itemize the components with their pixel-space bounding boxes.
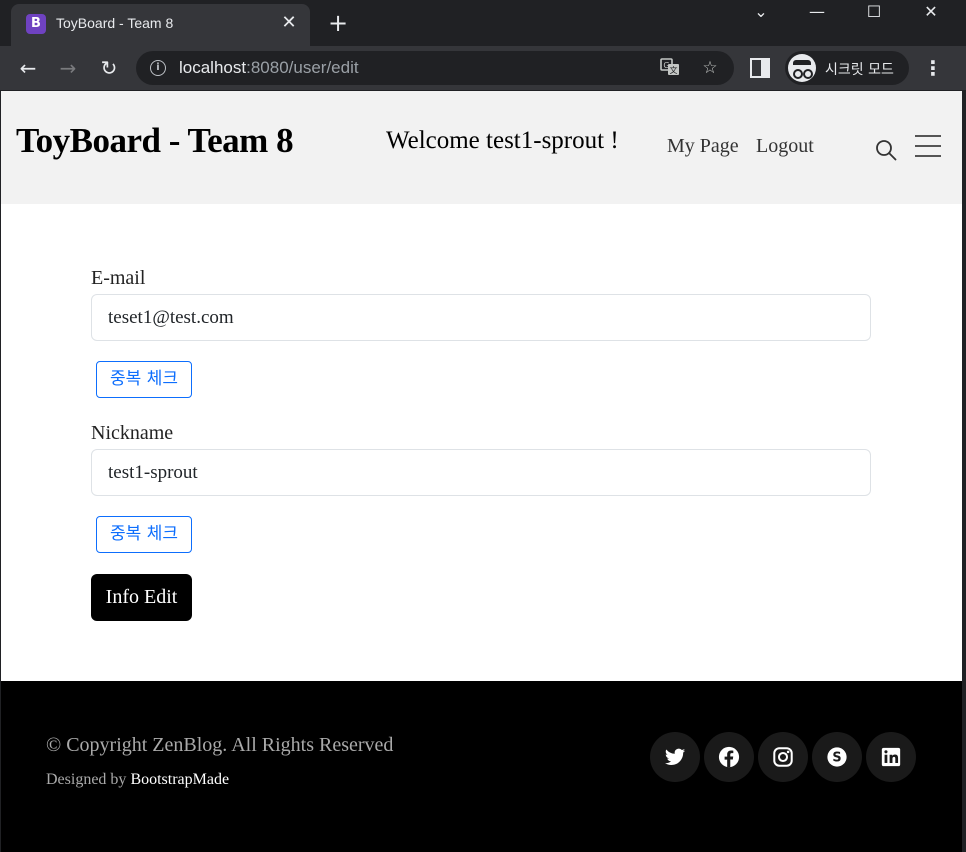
instagram-icon[interactable] [758,732,808,782]
site-footer: © Copyright ZenBlog. All Rights Reserved… [1,681,962,852]
info-edit-button[interactable]: Info Edit [91,574,192,621]
nav-my-page[interactable]: My Page [667,135,739,158]
web-page: ToyBoard - Team 8 Welcome test1-sprout !… [1,91,962,852]
browser-toolbar: ← → ↻ i localhost:8080/user/edit 文G ☆ 시크… [0,46,966,90]
address-bar[interactable]: i localhost:8080/user/edit 文G ☆ [136,51,734,85]
minimize-button[interactable]: — [790,0,844,24]
email-label: E-mail [91,267,146,289]
linkedin-icon[interactable] [866,732,916,782]
site-info-icon[interactable]: i [150,60,166,76]
email-duplicate-check-button[interactable]: 중복 체크 [96,361,192,398]
search-icon[interactable] [875,139,897,161]
incognito-icon [788,54,816,82]
maximize-button[interactable]: ☐ [847,0,901,24]
translate-icon[interactable]: 文G [659,57,681,79]
copyright-text: © Copyright ZenBlog. All Rights Reserved [46,734,394,756]
designed-by-text: Designed by BootstrapMade [46,771,230,788]
browser-menu-icon[interactable]: ⋮ [922,54,944,82]
reload-icon[interactable]: ↻ [95,54,123,82]
incognito-label: 시크릿 모드 [825,62,894,78]
tab-search-chevron-icon[interactable]: ⌄ [734,0,788,24]
url-text[interactable]: localhost:8080/user/edit [179,58,359,78]
side-panel-icon[interactable] [750,58,770,78]
bookmark-star-icon[interactable]: ☆ [699,57,721,79]
svg-text:S: S [832,751,841,766]
new-tab-button[interactable]: + [325,10,351,36]
welcome-message: Welcome test1-sprout ! [386,127,619,154]
incognito-profile-button[interactable]: 시크릿 모드 [785,51,909,85]
svg-text:G: G [663,61,669,70]
tab-close-icon[interactable]: ✕ [278,12,300,34]
nickname-field[interactable]: test1-sprout [91,449,871,496]
tab-title: ToyBoard - Team 8 [56,15,174,31]
back-arrow-icon[interactable]: ← [14,54,42,82]
facebook-icon[interactable] [704,732,754,782]
site-logo[interactable]: ToyBoard - Team 8 [16,121,294,161]
nickname-duplicate-check-button[interactable]: 중복 체크 [96,516,192,553]
bootstrapmade-link[interactable]: BootstrapMade [130,771,229,788]
window-close-button[interactable]: ✕ [904,0,958,24]
site-header: ToyBoard - Team 8 Welcome test1-sprout !… [1,91,962,204]
nav-logout[interactable]: Logout [756,135,814,158]
twitter-icon[interactable] [650,732,700,782]
hamburger-menu-icon[interactable] [915,135,941,157]
skype-icon[interactable]: S [812,732,862,782]
forward-arrow-icon[interactable]: → [54,54,82,82]
browser-titlebar: B ToyBoard - Team 8 ✕ + ⌄ — ☐ ✕ [0,0,966,46]
email-field[interactable]: teset1@test.com [91,294,871,341]
svg-text:文: 文 [670,65,678,75]
nickname-label: Nickname [91,422,174,444]
bootstrap-favicon-icon: B [26,14,46,34]
browser-tab[interactable]: B ToyBoard - Team 8 ✕ [11,4,310,46]
